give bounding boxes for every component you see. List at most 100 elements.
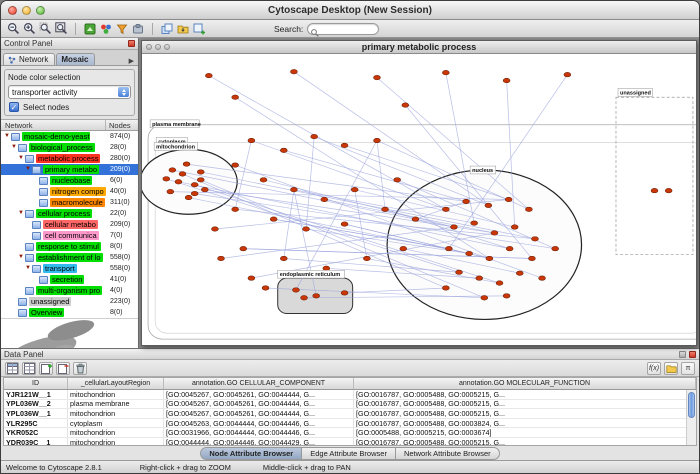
expand-triangle-icon[interactable]: ▼ — [24, 164, 32, 175]
create-network-icon[interactable] — [160, 22, 174, 36]
tree-row-biological-process[interactable]: ▼biological_process28(0) — [1, 142, 138, 153]
import-network-icon[interactable] — [176, 22, 190, 36]
filter-icon[interactable] — [115, 22, 129, 36]
zoom-fit-icon[interactable] — [54, 22, 68, 36]
vizmapper-icon[interactable] — [99, 22, 113, 36]
table-row[interactable]: YDR039C__1mitochondrion[GO:0044444, GO:0… — [4, 438, 696, 445]
data-panel-toolbar: f(x) π — [1, 360, 699, 377]
tab-network[interactable]: Network — [3, 53, 55, 65]
tab-edge-attribute-browser[interactable]: Edge Attribute Browser — [302, 447, 396, 460]
expand-triangle-icon[interactable]: ▼ — [3, 131, 11, 142]
zoom-selected-icon[interactable] — [38, 22, 52, 36]
delete-row-icon[interactable] — [73, 362, 87, 375]
network-folder-icon — [18, 298, 27, 306]
tree-row-secretion[interactable]: secretion41(0) — [1, 274, 138, 285]
tree-row-nitrogen-compo[interactable]: nitrogen compo40(0) — [1, 186, 138, 197]
tree-row-cell-communica[interactable]: cell communica7(0) — [1, 230, 138, 241]
table-row[interactable]: YPL036W__1mitochondrion[GO:0045267, GO:0… — [4, 409, 696, 419]
column-header-id[interactable]: ID — [4, 378, 68, 389]
tree-row-metabolic-process[interactable]: ▼metabolic process280(0) — [1, 153, 138, 164]
zoom-window-button[interactable] — [36, 6, 45, 15]
unselect-attributes-icon[interactable] — [22, 362, 36, 375]
table-cell: mitochondrion — [68, 438, 164, 445]
data-panel-float-icon[interactable] — [679, 351, 686, 358]
toolbar-separator — [152, 23, 153, 35]
tree-column-network[interactable]: Network — [1, 120, 106, 130]
close-window-button[interactable] — [8, 6, 17, 15]
tree-row-node-count: 209(0) — [110, 166, 138, 173]
tree-row-node-count: 311(0) — [110, 199, 138, 206]
table-row[interactable]: YKR052Cmitochondrion[GO:0031966, GO:0044… — [4, 428, 696, 438]
attribute-table: ID _cellularLayoutRegion annotation.GO C… — [3, 377, 697, 446]
expand-triangle-icon[interactable]: ▼ — [10, 142, 18, 153]
dropdown-arrows-icon — [118, 87, 129, 97]
tree-row-macromolecule[interactable]: macromolecule311(0) — [1, 197, 138, 208]
function-builder-icon[interactable]: f(x) — [647, 362, 661, 375]
network-view-titlebar[interactable]: primary metabolic process — [142, 41, 696, 54]
tree-row-cellular-metabo[interactable]: cellular metabo209(0) — [1, 219, 138, 230]
create-new-attribute-icon[interactable] — [39, 362, 53, 375]
tree-row-establishment-of-lo[interactable]: ▼establishment of lo558(0) — [1, 252, 138, 263]
delete-attribute-icon[interactable] — [56, 362, 70, 375]
tree-row-cellular-process[interactable]: ▼cellular process22(0) — [1, 208, 138, 219]
new-network-view-icon[interactable] — [192, 22, 206, 36]
tree-row-nucleobase[interactable]: nucleobase6(0) — [1, 175, 138, 186]
column-header-go-molecular-function[interactable]: annotation.GO MOLECULAR_FUNCTION — [354, 378, 696, 389]
network-folder-icon — [32, 232, 41, 240]
show-graphics-details-icon[interactable] — [83, 22, 97, 36]
import-attributes-icon[interactable] — [664, 362, 678, 375]
tree-row-node-count: 40(0) — [110, 188, 138, 195]
expand-triangle-icon[interactable]: ▼ — [17, 153, 25, 164]
control-panel-titlebar: Control Panel — [1, 38, 138, 50]
color-attribute-dropdown[interactable]: transporter activity — [8, 85, 131, 99]
tree-row-transport[interactable]: ▼transport558(0) — [1, 263, 138, 274]
dropdown-value: transporter activity — [12, 88, 77, 97]
tree-row-node-count: 558(0) — [110, 265, 138, 272]
data-panel-close-icon[interactable] — [689, 351, 696, 358]
expand-triangle-icon[interactable]: ▼ — [17, 208, 25, 219]
network-folder-icon — [18, 309, 27, 317]
tree-row-primary-metabo[interactable]: ▼primary metabo209(0) — [1, 164, 138, 175]
minimize-window-button[interactable] — [22, 6, 31, 15]
tab-network-attribute-browser[interactable]: Network Attribute Browser — [396, 447, 500, 460]
tab-node-attribute-browser[interactable]: Node Attribute Browser — [200, 447, 302, 460]
control-panel-close-icon[interactable] — [128, 40, 135, 47]
table-scrollbar[interactable] — [686, 390, 696, 445]
tree-row-unassigned[interactable]: unassigned223(0) — [1, 296, 138, 307]
window-titlebar[interactable]: Cytoscape Desktop (New Session) — [1, 1, 699, 20]
tab-mosaic[interactable]: Mosaic — [56, 53, 95, 65]
select-nodes-checkbox[interactable]: ✓ — [9, 102, 19, 112]
zoom-out-icon[interactable] — [6, 22, 20, 36]
tab-overflow-icon[interactable]: ▶ — [129, 57, 136, 65]
tree-row-mosaic-demo-yeast[interactable]: ▼mosaic-demo-yeast874(0) — [1, 131, 138, 142]
expand-triangle-icon[interactable]: ▼ — [17, 252, 25, 263]
network-canvas[interactable]: plasma membranecytoplasmmitochondrionnuc… — [142, 54, 696, 345]
frame-maximize-icon[interactable] — [164, 44, 170, 50]
data-panel-title: Data Panel — [4, 350, 676, 359]
table-cell: YKR052C — [4, 428, 68, 437]
table-row[interactable]: YPL036W__2plasma membrane[GO:0045267, GO… — [4, 400, 696, 410]
network-folder-icon — [39, 199, 48, 207]
tree-row-multi-organism-pro[interactable]: multi-organism pro4(0) — [1, 285, 138, 296]
zoom-in-icon[interactable] — [22, 22, 36, 36]
control-panel-tabs: Network Mosaic ▶ — [1, 50, 138, 66]
table-scrollbar-thumb[interactable] — [688, 392, 695, 418]
birdseye-view[interactable] — [1, 318, 138, 348]
select-attributes-icon[interactable] — [5, 362, 19, 375]
column-header-go-cellular-component[interactable]: annotation.GO CELLULAR_COMPONENT — [164, 378, 354, 389]
tree-row-response-to-stimul[interactable]: response to stimul8(0) — [1, 241, 138, 252]
tree-row-node-count: 4(0) — [110, 287, 138, 294]
tree-column-nodes[interactable]: Nodes — [106, 120, 138, 130]
table-row[interactable]: YLR295Ccytoplasm[GO:0045263, GO:0044444,… — [4, 419, 696, 429]
equation-builder-icon[interactable]: π — [681, 362, 695, 375]
frame-close-icon[interactable] — [146, 44, 152, 50]
tree-row-node-count: 223(0) — [110, 298, 138, 305]
column-header-cellular-layout-region[interactable]: _cellularLayoutRegion — [68, 378, 164, 389]
table-cell: YPL036W__1 — [4, 409, 68, 418]
plugin-manager-icon[interactable] — [131, 22, 145, 36]
frame-minimize-icon[interactable] — [155, 44, 161, 50]
table-row[interactable]: YJR121W__1mitochondrion[GO:0045267, GO:0… — [4, 390, 696, 400]
expand-triangle-icon[interactable]: ▼ — [24, 263, 32, 274]
table-cell: [GO:0044444, GO:0044446, GO:0044429, G..… — [164, 438, 354, 445]
tree-row-overview[interactable]: Overview8(0) — [1, 307, 138, 318]
